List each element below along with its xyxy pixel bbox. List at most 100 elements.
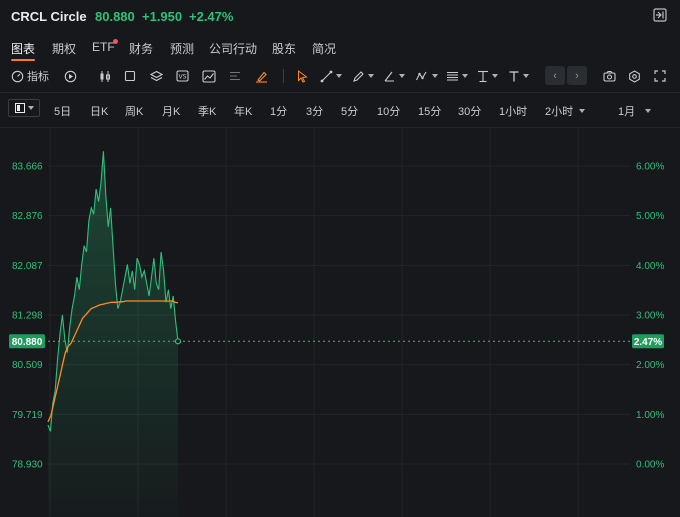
tab-label: 预测 (170, 42, 195, 56)
candlestick-icon (100, 70, 110, 82)
tab-chart[interactable]: 图表 (11, 40, 36, 61)
period-30min[interactable]: 30分 (458, 103, 481, 119)
chevron-down-icon (27, 106, 34, 110)
rectangle-button[interactable] (124, 66, 136, 86)
percent-axis-tick-label: 0.00% (636, 460, 664, 471)
chevron-down-icon (579, 109, 586, 113)
period-1month-label: 1月 (618, 106, 636, 118)
chevron-down-icon (492, 74, 498, 78)
section-tabs: 图表 期权 ETF 财务 预测 公司行动 股东 简况 (0, 36, 680, 62)
measure-tool[interactable] (477, 66, 498, 86)
cursor-tool[interactable] (297, 66, 308, 86)
period-selector: 5日 日K 周K 月K 季K 年K 1分 3分 5分 10分 15分 30分 1… (0, 96, 680, 122)
y-axis-tick-label: 83.666 (12, 162, 43, 173)
percent-axis-tick-label: 1.00% (636, 410, 664, 421)
percent-axis-tick-label: 6.00% (636, 162, 664, 173)
pen-tool[interactable] (352, 66, 374, 86)
tab-shareholders[interactable]: 股东 (272, 40, 296, 57)
chevron-right-icon: › (575, 69, 579, 82)
chevron-down-icon (523, 74, 529, 78)
chevron-left-icon: ‹ (553, 69, 557, 82)
compare-icon: VS (176, 70, 189, 82)
period-monthly[interactable]: 月K (162, 103, 180, 119)
screenshot-button[interactable] (603, 66, 616, 86)
list-icon (230, 72, 240, 80)
chevron-down-icon (368, 74, 374, 78)
pattern-tool[interactable] (415, 66, 438, 86)
tab-etf[interactable]: ETF (92, 39, 118, 54)
zigzag-icon (416, 71, 427, 80)
y-axis-tick-label: 81.298 (12, 311, 43, 322)
replay-icon (64, 70, 77, 82)
left-price-axis: 83.666 82.876 82.087 81.298 80.509 79.719 78.9… (12, 162, 43, 471)
camera-icon (603, 71, 616, 82)
chevron-down-icon (336, 74, 342, 78)
layers-button[interactable] (150, 66, 163, 86)
scroll-right-button[interactable]: › (567, 66, 587, 85)
expand-icon (654, 70, 666, 82)
split-view-icon (14, 103, 25, 113)
period-weekly[interactable]: 周K (125, 103, 143, 119)
tab-label: 简况 (312, 42, 337, 56)
current-percent-label: 2.47% (634, 337, 662, 348)
chevron-down-icon (432, 74, 438, 78)
fullscreen-button[interactable] (654, 66, 666, 86)
period-daily[interactable]: 日K (90, 103, 108, 119)
notification-dot (113, 39, 118, 44)
period-yearly[interactable]: 年K (234, 103, 252, 119)
percent-axis-tick-label: 2.00% (636, 360, 664, 371)
tab-label: 公司行动 (209, 42, 258, 56)
scroll-left-button[interactable]: ‹ (545, 66, 565, 85)
y-axis-tick-label: 78.930 (12, 460, 43, 471)
candle-type-button[interactable] (99, 66, 111, 86)
tab-label: 期权 (52, 42, 77, 56)
period-1month-dropdown[interactable]: 1月 (618, 103, 652, 119)
list-button[interactable] (229, 66, 241, 86)
chart-toolbar: 指标 VS ‹ › (0, 66, 680, 88)
tab-forecast[interactable]: 预测 (170, 40, 194, 57)
indicators-button[interactable]: 指标 (11, 66, 49, 86)
indicators-label: 指标 (27, 71, 49, 83)
tab-label: 股东 (272, 42, 297, 56)
text-tool[interactable] (508, 66, 529, 86)
exit-fullscreen-icon[interactable] (653, 8, 667, 22)
trendline-tool[interactable] (320, 66, 342, 86)
area-chart-icon (202, 69, 216, 83)
period-1hour[interactable]: 1小时 (499, 103, 527, 119)
compare-button[interactable]: VS (176, 66, 189, 86)
text-icon (509, 70, 519, 81)
toolbar-divider (283, 69, 284, 83)
tab-financials[interactable]: 财务 (129, 40, 153, 57)
period-5d[interactable]: 5日 (54, 103, 71, 119)
brush-button[interactable] (255, 66, 268, 86)
period-1min[interactable]: 1分 (270, 103, 287, 119)
period-5min[interactable]: 5分 (341, 103, 358, 119)
fibonacci-tool[interactable] (446, 66, 468, 86)
tab-label: 财务 (129, 42, 154, 56)
measure-icon (478, 70, 488, 82)
shape-tool[interactable] (383, 66, 405, 86)
period-quarterly[interactable]: 季K (198, 103, 216, 119)
settings-button[interactable] (628, 66, 641, 86)
layout-toggle-button[interactable] (8, 99, 40, 117)
angle-icon (384, 71, 394, 82)
price-chart[interactable]: 83.666 82.876 82.087 81.298 80.509 79.719 78.9… (0, 128, 680, 517)
tab-corporate-actions[interactable]: 公司行动 (209, 40, 257, 57)
tab-profile[interactable]: 简况 (312, 40, 336, 57)
period-15min[interactable]: 15分 (418, 103, 441, 119)
period-2hour-dropdown[interactable]: 2小时 (545, 103, 586, 119)
period-10min[interactable]: 10分 (377, 103, 400, 119)
y-axis-tick-label: 82.876 (12, 211, 43, 222)
tab-label: ETF (92, 40, 115, 54)
last-price: 80.880 (95, 9, 135, 24)
cursor-icon (298, 69, 308, 83)
tab-options[interactable]: 期权 (52, 40, 76, 57)
chart-style-button[interactable] (202, 66, 216, 86)
period-2hour-label: 2小时 (545, 106, 574, 118)
right-percent-axis: 6.00% 5.00% 4.00% 3.00% 2.00% 1.00% 0.00% (636, 162, 664, 471)
price-area-fill (48, 151, 178, 517)
period-3min[interactable]: 3分 (306, 103, 323, 119)
replay-button[interactable] (64, 66, 77, 86)
brush-icon (256, 71, 267, 83)
pen-icon (353, 70, 364, 82)
